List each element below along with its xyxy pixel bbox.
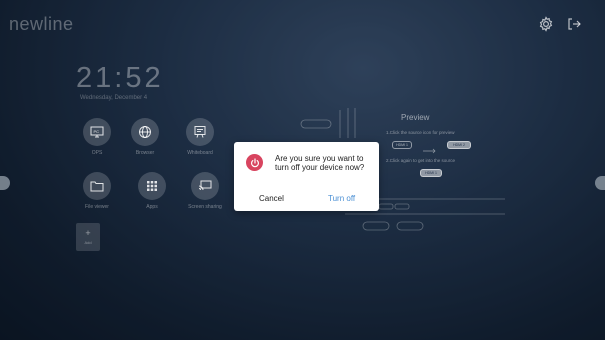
add-app-button[interactable]: + Add — [76, 223, 100, 251]
preview-step-1: 1.Click the source icon for preview — [386, 130, 455, 135]
app-tile-browser[interactable]: Browser — [125, 118, 165, 156]
app-tile-whiteboard[interactable]: Whiteboard — [180, 118, 220, 156]
power-icon — [246, 154, 263, 171]
exit-icon[interactable] — [566, 16, 582, 32]
grid-icon — [138, 172, 166, 200]
clock-time: 21:52 — [76, 62, 164, 94]
dialog-message: Are you sure you want to turn off your d… — [275, 154, 365, 172]
source-pill: HDMI 1 — [420, 169, 442, 177]
app-label: File viewer — [85, 204, 109, 210]
gear-icon[interactable] — [538, 16, 554, 32]
app-label: Browser — [135, 150, 155, 156]
folder-icon — [83, 172, 111, 200]
cancel-button[interactable]: Cancel — [259, 194, 284, 203]
preview-title: Preview — [401, 113, 430, 122]
source-pill: HDMI 1 — [392, 141, 412, 149]
app-tile-ops[interactable]: PC OPS — [77, 118, 117, 156]
app-label: Whiteboard — [187, 150, 213, 156]
cast-icon — [191, 172, 219, 200]
app-label: OPS — [91, 150, 103, 156]
clock-date: Wednesday, December 4 — [80, 95, 148, 101]
power-off-dialog: Are you sure you want to turn off your d… — [234, 142, 379, 211]
app-label: Apps — [146, 204, 158, 210]
pc-icon: PC — [83, 118, 111, 146]
globe-icon — [131, 118, 159, 146]
app-tile-screen-sharing[interactable]: Screen sharing — [185, 172, 225, 210]
dialog-text-clip — [234, 175, 379, 181]
turn-off-button[interactable]: Turn off — [328, 194, 355, 203]
app-label: Screen sharing — [188, 204, 222, 210]
app-tile-file-viewer[interactable]: File viewer — [77, 172, 117, 210]
arrow-right-icon — [423, 141, 437, 154]
preview-diagram-screen — [300, 108, 360, 138]
source-pill: HDMI 2 — [447, 141, 471, 149]
app-tile-apps[interactable]: Apps — [132, 172, 172, 210]
brand-logo: newline — [9, 14, 74, 34]
preview-step-2: 2.Click again to get into the source — [386, 158, 456, 163]
svg-text:PC: PC — [94, 129, 100, 134]
whiteboard-icon — [186, 118, 214, 146]
right-side-menu-handle[interactable] — [595, 176, 605, 190]
plus-icon: + — [85, 228, 91, 238]
add-label: Add — [84, 240, 92, 245]
